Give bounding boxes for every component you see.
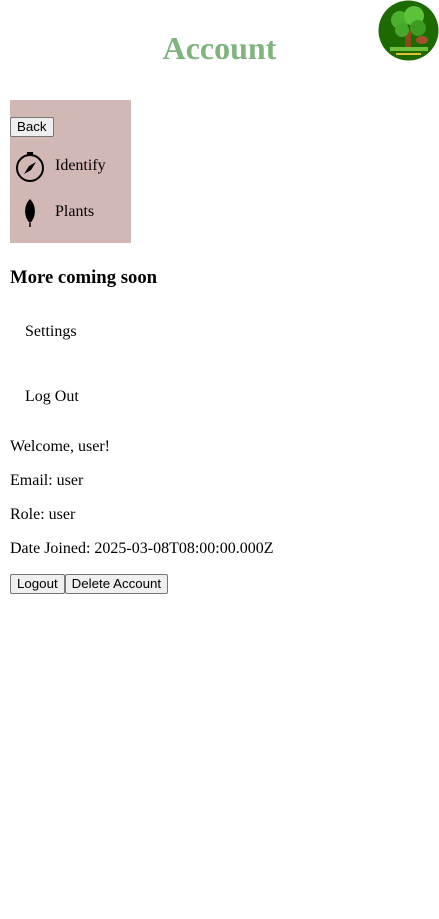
welcome-text: Welcome, user! <box>10 438 110 455</box>
sidebar-item-label: Plants <box>55 203 95 220</box>
coming-soon-heading: More coming soon <box>10 267 158 288</box>
role-text: Role: user <box>10 506 76 523</box>
email-text: Email: user <box>10 472 84 489</box>
account-actions: Logout Delete Account <box>10 574 169 594</box>
log-out-link[interactable]: Log Out <box>25 387 79 407</box>
sidebar-item-label: Identify <box>55 157 106 174</box>
compass-icon <box>14 150 46 182</box>
sidebar-item-plants[interactable]: Plants <box>14 196 94 228</box>
logout-button[interactable]: Logout <box>10 574 65 594</box>
page-title: Account <box>162 30 277 66</box>
leaf-icon <box>14 196 46 228</box>
sidebar-item-identify[interactable]: Identify <box>14 150 106 182</box>
back-button[interactable]: Back <box>10 117 54 137</box>
date-joined-text: Date Joined: 2025-03-08T08:00:00.000Z <box>10 540 274 557</box>
delete-account-button[interactable]: Delete Account <box>64 574 169 594</box>
tree-logo-icon <box>378 0 439 61</box>
app-logo[interactable] <box>378 0 439 61</box>
settings-link[interactable]: Settings <box>25 322 77 342</box>
